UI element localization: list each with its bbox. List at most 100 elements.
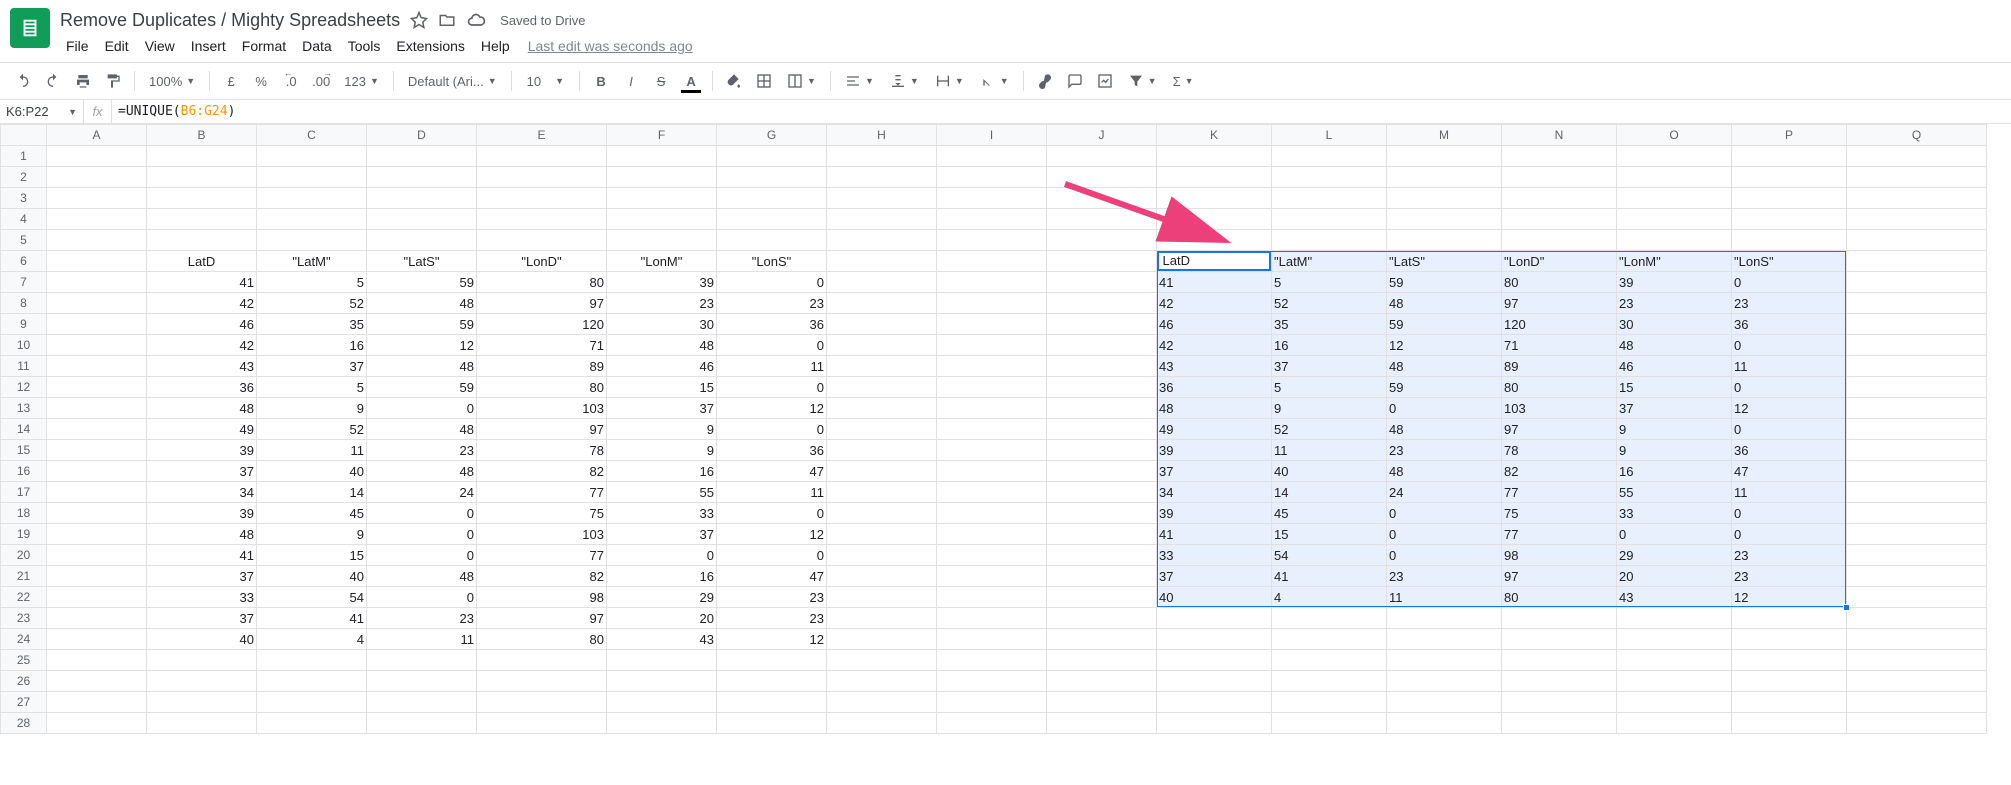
cell-G4[interactable] — [717, 209, 827, 230]
cell-K15[interactable]: 39 — [1157, 440, 1272, 461]
cell-H8[interactable] — [827, 293, 937, 314]
cell-H24[interactable] — [827, 629, 937, 650]
cell-K12[interactable]: 36 — [1157, 377, 1272, 398]
cell-B21[interactable]: 37 — [147, 566, 257, 587]
cell-J8[interactable] — [1047, 293, 1157, 314]
row-header-28[interactable]: 28 — [1, 713, 47, 734]
cell-A12[interactable] — [47, 377, 147, 398]
row-header-13[interactable]: 13 — [1, 398, 47, 419]
cell-E28[interactable] — [477, 713, 607, 734]
cell-N24[interactable] — [1502, 629, 1617, 650]
cell-F5[interactable] — [607, 230, 717, 251]
cell-O4[interactable] — [1617, 209, 1732, 230]
cell-C13[interactable]: 9 — [257, 398, 367, 419]
cell-Q12[interactable] — [1847, 377, 1987, 398]
cell-C3[interactable] — [257, 188, 367, 209]
cell-G11[interactable]: 11 — [717, 356, 827, 377]
cell-D13[interactable]: 0 — [367, 398, 477, 419]
cell-D7[interactable]: 59 — [367, 272, 477, 293]
cell-A5[interactable] — [47, 230, 147, 251]
cell-O8[interactable]: 23 — [1617, 293, 1732, 314]
cell-C20[interactable]: 15 — [257, 545, 367, 566]
cell-O2[interactable] — [1617, 167, 1732, 188]
cell-M24[interactable] — [1387, 629, 1502, 650]
cell-G28[interactable] — [717, 713, 827, 734]
cell-J3[interactable] — [1047, 188, 1157, 209]
cell-P28[interactable] — [1732, 713, 1847, 734]
cell-K3[interactable] — [1157, 188, 1272, 209]
cell-C2[interactable] — [257, 167, 367, 188]
cell-E16[interactable]: 82 — [477, 461, 607, 482]
cell-D18[interactable]: 0 — [367, 503, 477, 524]
cell-P15[interactable]: 36 — [1732, 440, 1847, 461]
cell-F11[interactable]: 46 — [607, 356, 717, 377]
cell-F22[interactable]: 29 — [607, 587, 717, 608]
cell-G17[interactable]: 11 — [717, 482, 827, 503]
row-header-17[interactable]: 17 — [1, 482, 47, 503]
bold-button[interactable]: B — [588, 68, 614, 94]
cell-A25[interactable] — [47, 650, 147, 671]
cell-C4[interactable] — [257, 209, 367, 230]
col-header-J[interactable]: J — [1047, 125, 1157, 146]
cell-C10[interactable]: 16 — [257, 335, 367, 356]
cell-B16[interactable]: 37 — [147, 461, 257, 482]
sheets-app-icon[interactable] — [10, 8, 50, 48]
cell-J25[interactable] — [1047, 650, 1157, 671]
cell-I9[interactable] — [937, 314, 1047, 335]
cell-C26[interactable] — [257, 671, 367, 692]
link-button[interactable] — [1032, 68, 1058, 94]
cell-E24[interactable]: 80 — [477, 629, 607, 650]
cell-P17[interactable]: 11 — [1732, 482, 1847, 503]
cell-O14[interactable]: 9 — [1617, 419, 1732, 440]
cell-E17[interactable]: 77 — [477, 482, 607, 503]
cell-N6[interactable]: "LonD" — [1502, 251, 1617, 272]
cell-M12[interactable]: 59 — [1387, 377, 1502, 398]
row-header-16[interactable]: 16 — [1, 461, 47, 482]
cell-B2[interactable] — [147, 167, 257, 188]
row-header-20[interactable]: 20 — [1, 545, 47, 566]
cell-J27[interactable] — [1047, 692, 1157, 713]
cell-B13[interactable]: 48 — [147, 398, 257, 419]
cell-I7[interactable] — [937, 272, 1047, 293]
cell-Q25[interactable] — [1847, 650, 1987, 671]
cell-A9[interactable] — [47, 314, 147, 335]
cell-I23[interactable] — [937, 608, 1047, 629]
cell-O12[interactable]: 15 — [1617, 377, 1732, 398]
cell-H2[interactable] — [827, 167, 937, 188]
cell-A14[interactable] — [47, 419, 147, 440]
merge-button[interactable]: ▼ — [781, 68, 822, 94]
cell-G23[interactable]: 23 — [717, 608, 827, 629]
cell-F12[interactable]: 15 — [607, 377, 717, 398]
cell-K19[interactable]: 41 — [1157, 524, 1272, 545]
cell-I16[interactable] — [937, 461, 1047, 482]
cell-H25[interactable] — [827, 650, 937, 671]
col-header-Q[interactable]: Q — [1847, 125, 1987, 146]
cell-G21[interactable]: 47 — [717, 566, 827, 587]
cell-J2[interactable] — [1047, 167, 1157, 188]
col-header-H[interactable]: H — [827, 125, 937, 146]
cell-P14[interactable]: 0 — [1732, 419, 1847, 440]
cell-P6[interactable]: "LonS" — [1732, 251, 1847, 272]
cell-N3[interactable] — [1502, 188, 1617, 209]
cell-E7[interactable]: 80 — [477, 272, 607, 293]
strikethrough-button[interactable]: S — [648, 68, 674, 94]
cell-D15[interactable]: 23 — [367, 440, 477, 461]
menu-extensions[interactable]: Extensions — [390, 34, 470, 58]
cell-I11[interactable] — [937, 356, 1047, 377]
cell-C9[interactable]: 35 — [257, 314, 367, 335]
row-header-23[interactable]: 23 — [1, 608, 47, 629]
cell-L22[interactable]: 4 — [1272, 587, 1387, 608]
cell-C6[interactable]: "LatM" — [257, 251, 367, 272]
cell-A28[interactable] — [47, 713, 147, 734]
cell-K26[interactable] — [1157, 671, 1272, 692]
text-color-button[interactable]: A — [678, 68, 704, 94]
cell-H14[interactable] — [827, 419, 937, 440]
cell-Q2[interactable] — [1847, 167, 1987, 188]
row-header-19[interactable]: 19 — [1, 524, 47, 545]
cell-K21[interactable]: 37 — [1157, 566, 1272, 587]
cell-K7[interactable]: 41 — [1157, 272, 1272, 293]
cell-L20[interactable]: 54 — [1272, 545, 1387, 566]
cell-K5[interactable] — [1157, 230, 1272, 251]
cell-J13[interactable] — [1047, 398, 1157, 419]
increase-decimal-button[interactable]: .00→ — [308, 68, 334, 94]
